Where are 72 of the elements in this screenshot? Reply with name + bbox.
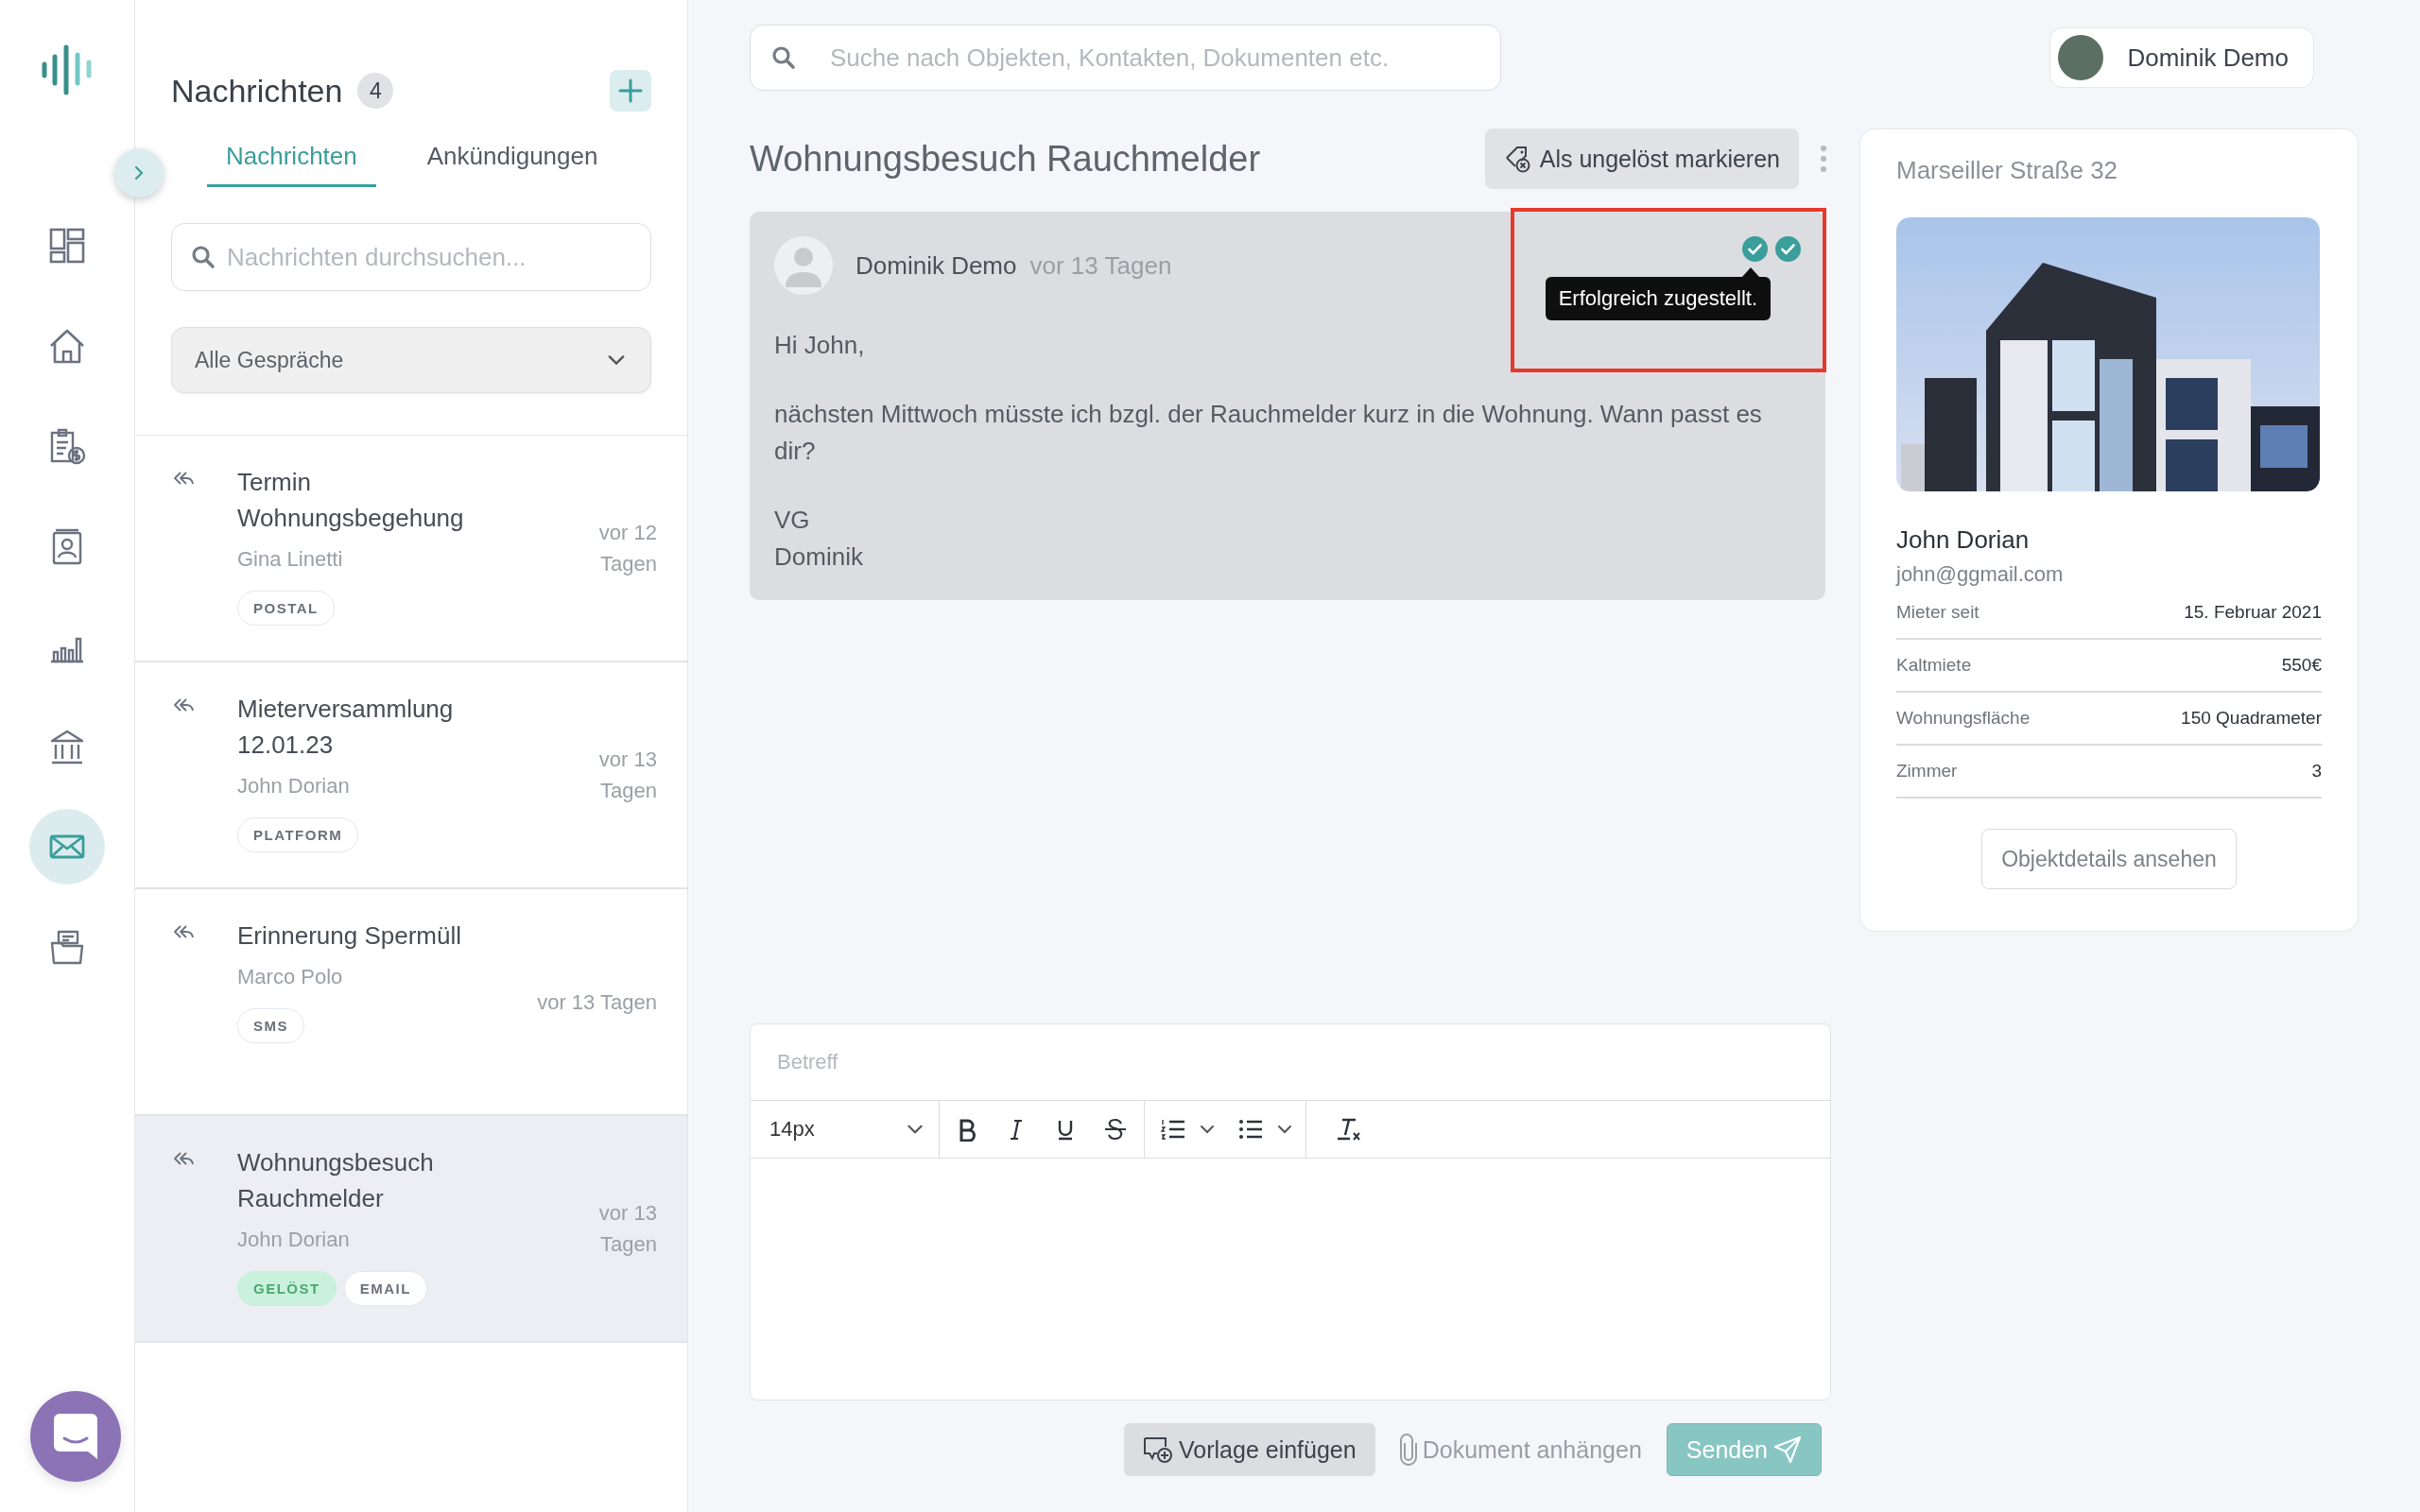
channel-tag: POSTAL xyxy=(237,591,335,626)
reply-icon xyxy=(173,1150,194,1167)
conversation-sender: John Dorian xyxy=(237,1228,351,1252)
conversation-sender: John Dorian xyxy=(237,774,351,799)
more-icon xyxy=(1820,145,1827,173)
plus-icon xyxy=(618,78,643,103)
home-icon xyxy=(48,327,86,365)
detail-label: Wohnungsfläche xyxy=(1896,708,2031,729)
avatar xyxy=(2057,35,2103,80)
font-size-dropdown[interactable]: 14px xyxy=(751,1101,940,1158)
property-details-button[interactable]: Objektdetails ansehen xyxy=(1981,829,2237,889)
conversation-filter-dropdown[interactable]: Alle Gespräche xyxy=(171,327,651,393)
mark-unresolved-button[interactable]: Als ungelöst markieren xyxy=(1484,129,1799,189)
bank-icon xyxy=(48,728,86,765)
conversation-title: Termin Wohnungsbegehung xyxy=(237,467,465,534)
archive-icon xyxy=(48,928,86,966)
message-author: Dominik Demo xyxy=(856,250,1017,281)
detail-value: 550€ xyxy=(2281,655,2322,676)
conversation-title: Mieterversammlung 12.01.23 xyxy=(237,694,455,761)
conversation-sender: Gina Linetti xyxy=(237,547,344,572)
conversation-title: Erinnerung Spermüll xyxy=(237,920,462,952)
detail-label: Mieter seit xyxy=(1896,602,1979,623)
message-count: 4 xyxy=(357,73,394,109)
comment-plus-icon xyxy=(1143,1435,1173,1464)
template-button[interactable]: Vorlage einfügen xyxy=(1124,1423,1375,1476)
tag-x-icon xyxy=(1503,145,1532,173)
paperclip-icon xyxy=(1399,1434,1417,1466)
conversation-item[interactable]: Wohnungsbesuch Rauchmelder John Dorian GELÖST EMAIL vor 13 Tagen xyxy=(135,1116,687,1343)
dashboard-icon xyxy=(48,227,86,265)
search-input[interactable]: Suche nach Objekten, Kontakten, Dokumenten etc. xyxy=(830,26,1479,90)
message-paragraph: VG Dominik xyxy=(774,505,864,573)
search-icon xyxy=(191,245,216,269)
message-time: vor 13 Tagen xyxy=(1029,250,1172,281)
conversation-heading: Wohnungsbesuch Rauchmelder xyxy=(750,138,1262,180)
conversation-title: Wohnungsbesuch Rauchmelder xyxy=(237,1147,435,1214)
channel-tag: EMAIL xyxy=(343,1271,427,1306)
search-icon xyxy=(771,45,796,70)
conversation-time: vor 13 Tagen xyxy=(537,988,657,1016)
reply-icon xyxy=(173,923,194,940)
panel-title: Nachrichten xyxy=(171,72,343,110)
user-menu-button[interactable]: Dominik Demo xyxy=(2048,27,2314,88)
logo-icon xyxy=(41,43,94,96)
conversation-item[interactable]: Mieterversammlung 12.01.23 John Dorian PLATFORM vor 13 Tagen xyxy=(135,662,687,889)
conversation-sender: Marco Polo xyxy=(237,965,344,989)
status-tag: GELÖST xyxy=(237,1271,337,1306)
tooltip: Erfolgreich zugestellt. xyxy=(1545,267,1771,320)
tab[interactable]: Ankündigungen xyxy=(407,132,617,187)
detail-value: 150 Quadrameter xyxy=(2181,708,2322,729)
detail-value: 3 xyxy=(2311,761,2322,782)
detail-label: Kaltmiete xyxy=(1896,655,1972,676)
tenant-email: john@ggmail.com xyxy=(1896,562,2065,587)
detail-value: 15. Februar 2021 xyxy=(2184,602,2322,623)
message-search-field[interactable]: Nachrichten durchsuchen... xyxy=(171,223,651,291)
conversation-time: vor 13 Tagen xyxy=(597,747,657,804)
message-paragraph: nächsten Mittwoch müsste ich bzgl. der Rauchmelder kurz in die Wohnung. Wann passt es dir? xyxy=(774,399,1763,467)
invoices-icon xyxy=(48,427,86,465)
search-input[interactable]: Nachrichten durchsuchen... xyxy=(227,224,631,290)
conversation-item[interactable]: Termin Wohnungsbegehung Gina Linetti POSTAL vor 12 Tagen xyxy=(135,436,687,662)
message-paragraph: Hi John, xyxy=(774,330,866,361)
send-icon xyxy=(1773,1435,1802,1464)
conversation-time: vor 13 Tagen xyxy=(597,1200,657,1258)
tenant-name: John Dorian xyxy=(1896,525,2031,555)
channel-tag: SMS xyxy=(237,1008,304,1043)
reply-icon xyxy=(173,696,194,713)
conversation-time: vor 12 Tagen xyxy=(597,520,657,577)
reply-icon xyxy=(173,470,194,487)
new-message-button[interactable] xyxy=(610,70,651,112)
detail-label: Zimmer xyxy=(1896,761,1958,782)
channel-tag: PLATFORM xyxy=(237,817,359,852)
property-address: Marseiller Straße 32 xyxy=(1896,156,2119,185)
chat-icon xyxy=(54,1414,97,1459)
global-search-field[interactable]: Suche nach Objekten, Kontakten, Dokumenten etc. xyxy=(750,25,1501,91)
